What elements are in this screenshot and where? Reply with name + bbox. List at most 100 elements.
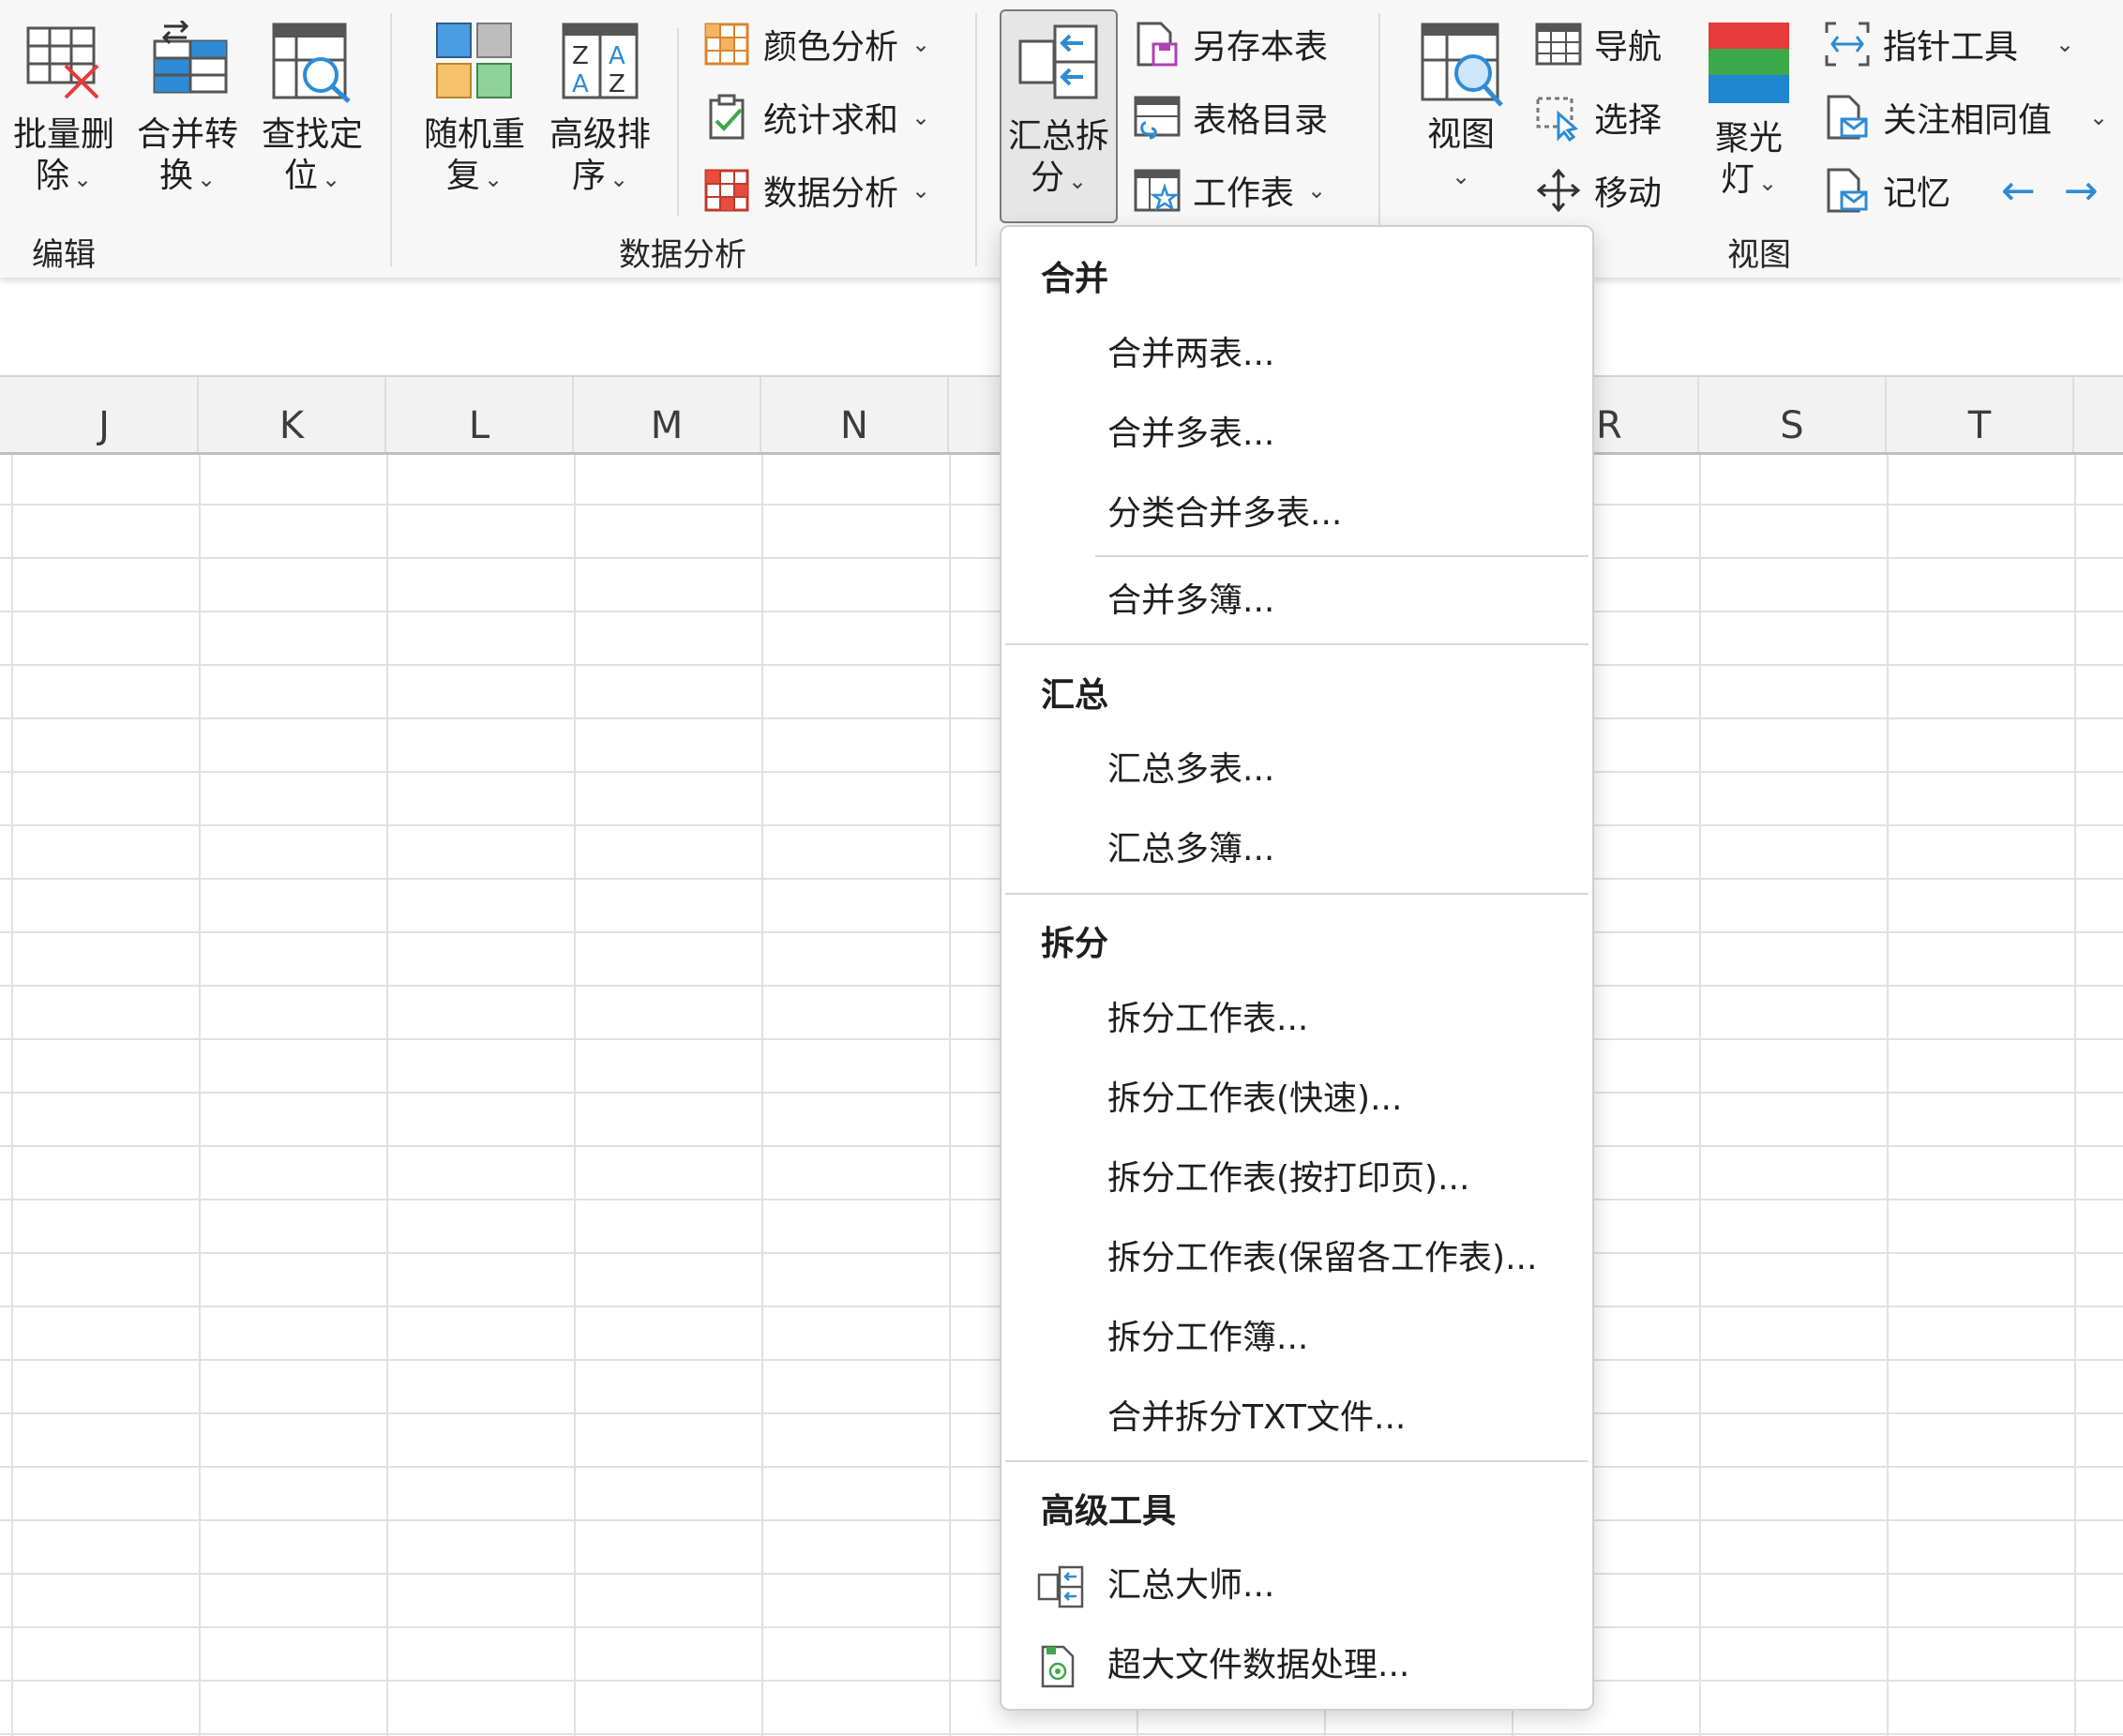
menu-item-summary-multi-books[interactable]: 汇总多簿... (1001, 812, 1588, 887)
chevron-down-icon: ⌄ (2089, 104, 2109, 130)
column-header-s[interactable]: S (1699, 377, 1887, 452)
chevron-down-icon: ⌄ (483, 166, 504, 192)
menu-item-label: 拆分工作簿... (1107, 1319, 1309, 1357)
section-header-merge: 合并 (1041, 260, 1109, 298)
color-analysis-button[interactable]: 颜色分析 ⌄ (703, 11, 930, 77)
menu-item-split-worksheet-fast[interactable]: 拆分工作表(快速)... (1001, 1062, 1588, 1137)
chevron-down-icon: ⌄ (911, 104, 931, 130)
section-header-summary: 汇总 (1041, 676, 1109, 715)
stat-sum-button[interactable]: 统计求和 ⌄ (703, 84, 930, 150)
table-directory-button[interactable]: 表格目录 (1133, 84, 1328, 150)
group-label-edit: 编辑 (32, 236, 96, 274)
menu-item-label: 拆分工作表(保留各工作表)... (1107, 1239, 1538, 1277)
spotlight-line2: 灯 (1720, 160, 1754, 199)
table-directory-icon (1134, 96, 1181, 140)
summary-split-dropdown: 合并 合并两表... 合并多表... 分类合并多表... 合并多簿... 汇总 … (1000, 225, 1594, 1711)
view-button[interactable]: 视图 ⌄ (1414, 0, 1508, 216)
back-arrow-icon[interactable]: ← (2001, 167, 2036, 215)
save-this-sheet-label: 另存本表 (1193, 28, 1329, 67)
random-repeat-line2: 复 (445, 157, 480, 195)
navigate-button[interactable]: 导航 (1534, 11, 1662, 77)
worksheet-button[interactable]: 工作表 ⌄ (1133, 158, 1326, 223)
menu-item-split-worksheet-print-page[interactable]: 拆分工作表(按打印页)... (1001, 1141, 1588, 1216)
chevron-down-icon: ⌄ (1307, 177, 1327, 204)
menu-item-category-merge[interactable]: 分类合并多表... (1001, 476, 1588, 551)
random-repeat-button[interactable]: 随机重复 ⌄ (413, 0, 536, 216)
column-header-j[interactable]: J (11, 377, 199, 452)
forward-arrow-icon[interactable]: → (2064, 167, 2099, 215)
column-header-m[interactable]: M (574, 377, 761, 452)
svg-text:A: A (609, 42, 625, 70)
find-locate-button[interactable]: 查找定位 ⌄ (251, 0, 373, 216)
menu-item-label: 拆分工作表... (1107, 1000, 1309, 1038)
worksheet-star-icon (1134, 169, 1181, 212)
chevron-down-icon: ⌄ (196, 166, 217, 192)
find-locate-line1: 查找定 (261, 115, 363, 154)
menu-item-split-worksheet[interactable]: 拆分工作表... (1001, 982, 1588, 1057)
menu-item-merge-two-tables[interactable]: 合并两表... (1001, 317, 1588, 392)
menu-item-merge-split-txt[interactable]: 合并拆分TXT文件... (1001, 1381, 1588, 1456)
column-header-l[interactable]: L (386, 377, 574, 452)
move-button[interactable]: 移动 (1534, 158, 1662, 223)
memory-button[interactable]: 记忆 ← → (1823, 158, 2099, 223)
data-analysis-button[interactable]: 数据分析 ⌄ (703, 158, 930, 223)
batch-delete-line2: 除 (35, 157, 69, 195)
menu-item-split-workbook[interactable]: 拆分工作簿... (1001, 1301, 1588, 1376)
menu-item-merge-multi-tables[interactable]: 合并多表... (1001, 397, 1588, 472)
svg-text:Z: Z (609, 70, 625, 98)
column-header-n[interactable]: N (761, 377, 949, 452)
column-header-t[interactable]: T (1887, 377, 2074, 452)
focus-same-value-button[interactable]: 关注相同值 ⌄ (1823, 84, 2108, 150)
save-this-sheet-button[interactable]: 另存本表 (1133, 11, 1328, 77)
table-directory-label: 表格目录 (1193, 101, 1329, 140)
menu-item-label: 合并两表... (1107, 335, 1275, 373)
menu-item-label: 拆分工作表(快速)... (1107, 1079, 1403, 1118)
select-cursor-icon (1536, 97, 1579, 142)
batch-delete-line1: 批量删 (12, 115, 114, 154)
pointer-tool-button[interactable]: 指针工具 ⌄ (1823, 11, 2074, 77)
chevron-down-icon: ⌄ (1757, 170, 1778, 196)
menu-item-merge-multi-books[interactable]: 合并多簿... (1001, 564, 1588, 639)
column-header-k[interactable]: K (199, 377, 386, 452)
menu-item-large-file-processing[interactable]: 超大文件数据处理... (1001, 1628, 1588, 1703)
move-label: 移动 (1594, 174, 1663, 213)
data-analysis-label: 数据分析 (763, 174, 899, 213)
clipboard-check-icon (709, 94, 745, 140)
chevron-down-icon: ⌄ (2055, 31, 2075, 57)
advanced-sort-button[interactable]: Z A A Z 高级排序 ⌄ (538, 0, 662, 216)
chevron-down-icon: ⌄ (911, 177, 931, 204)
memory-doc-icon (1827, 168, 1868, 213)
menu-item-label: 超大文件数据处理... (1107, 1646, 1410, 1684)
color-analysis-label: 颜色分析 (763, 28, 899, 67)
menu-item-summary-master[interactable]: 汇总大师... (1001, 1548, 1588, 1623)
summary-split-button[interactable]: 汇总拆分 ⌄ (1000, 9, 1118, 223)
spotlight-color-icon (1709, 23, 1789, 103)
data-grid-icon (704, 169, 749, 212)
chevron-down-icon: ⌄ (72, 166, 93, 192)
find-locate-icon (272, 23, 351, 103)
menu-separator (1005, 643, 1588, 645)
view-label: 视图 (1426, 115, 1495, 154)
summary-master-icon (1037, 1565, 1084, 1608)
batch-delete-button[interactable]: 批量删除 ⌄ (4, 0, 124, 216)
menu-item-label: 拆分工作表(按打印页)... (1107, 1159, 1470, 1198)
advanced-sort-line1: 高级排 (549, 115, 651, 154)
menu-separator (1005, 1460, 1588, 1462)
view-magnifier-icon (1421, 23, 1503, 107)
random-repeat-line1: 随机重 (423, 115, 525, 154)
menu-item-label: 分类合并多表... (1107, 494, 1343, 533)
chevron-down-icon: ⌄ (911, 31, 931, 57)
worksheet-label: 工作表 (1193, 174, 1295, 213)
navigate-grid-icon (1535, 23, 1582, 66)
group-separator (975, 13, 977, 266)
group-label-view: 视图 (1727, 236, 1791, 274)
menu-item-summary-multi-tables[interactable]: 汇总多表... (1001, 732, 1588, 808)
navigate-label: 导航 (1594, 28, 1663, 67)
merge-convert-icon (153, 21, 228, 94)
select-button[interactable]: 选择 (1534, 84, 1662, 150)
menu-item-split-worksheet-keep-sheets[interactable]: 拆分工作表(保留各工作表)... (1001, 1221, 1588, 1296)
merge-convert-button[interactable]: 合并转换 ⌄ (128, 0, 248, 216)
memory-label: 记忆 (1883, 174, 1951, 213)
summary-split-icon (1018, 24, 1098, 99)
spotlight-button[interactable]: 聚光灯 ⌄ (1701, 0, 1797, 216)
